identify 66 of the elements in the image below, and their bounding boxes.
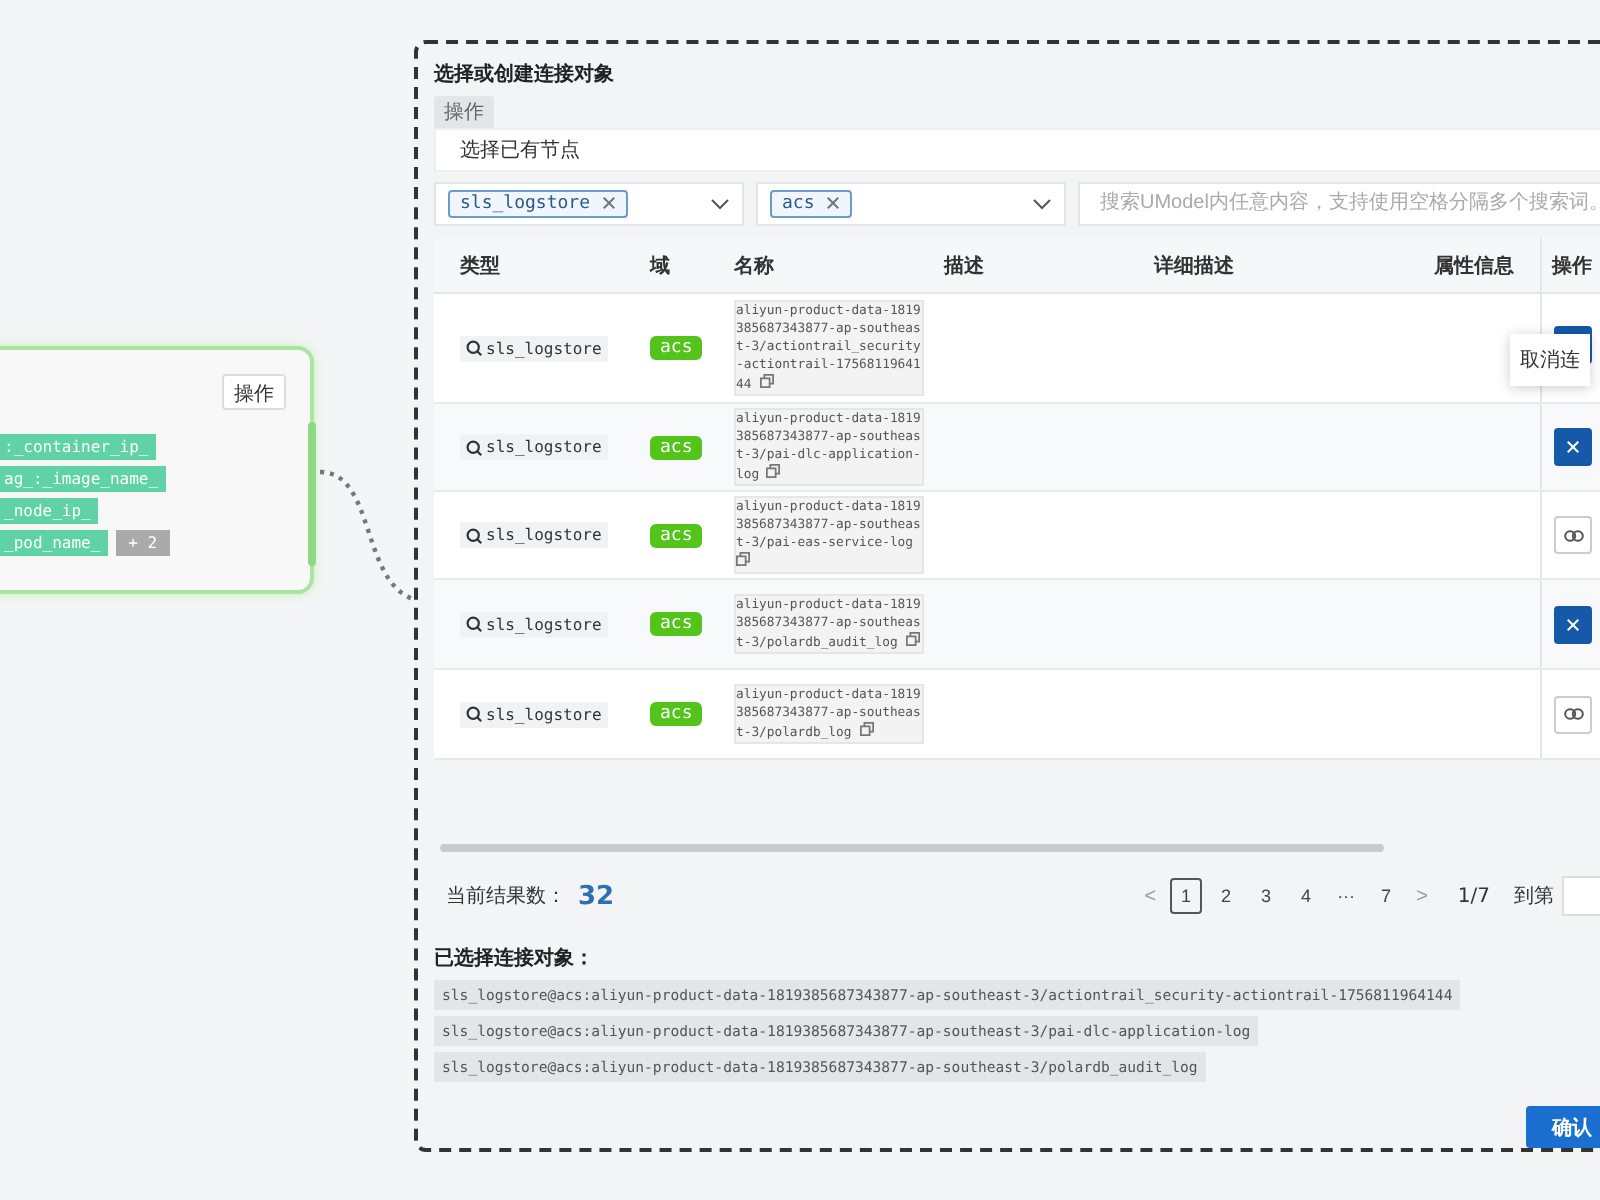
operation-tab[interactable]: 操作 (434, 96, 494, 128)
column-header: 类型 (458, 253, 502, 282)
label-tag: _pod_name_ (0, 530, 109, 556)
copy-icon[interactable] (905, 632, 920, 647)
page-button[interactable]: 2 (1210, 878, 1243, 915)
copy-icon[interactable] (736, 552, 750, 567)
page-button[interactable]: 7 (1370, 878, 1403, 915)
domain-badge: acs (650, 702, 703, 727)
result-label: 当前结果数： (446, 883, 566, 911)
chevron-down-icon (1032, 197, 1052, 210)
column-header: 名称 (732, 253, 776, 282)
search-icon (466, 439, 482, 456)
label-tag: ag_:_image_name_ (0, 466, 167, 492)
chevron-down-icon (710, 197, 730, 210)
type-chip: sls_logstore (460, 522, 608, 549)
column-header: 描述 (941, 253, 986, 282)
scrollbar[interactable] (440, 843, 1384, 853)
filter-select[interactable]: sls_logstore (434, 181, 744, 227)
page-button[interactable]: ··· (1330, 878, 1363, 915)
type-chip: sls_logstore (460, 434, 608, 461)
connect-button[interactable] (1554, 516, 1592, 555)
page-summary: 1/7 (1457, 885, 1490, 908)
label-tag: :_container_ip_ (0, 434, 157, 460)
column-header: 域 (647, 253, 672, 282)
confirm-button[interactable]: 确认 (1526, 1106, 1600, 1148)
mode-option[interactable]: 选择已有节点 (434, 128, 1600, 172)
type-chip: sls_logstore (460, 611, 608, 638)
page-button[interactable]: 1 (1170, 878, 1203, 915)
selected-label: 已选择连接对象： (434, 945, 596, 973)
copy-icon[interactable] (759, 374, 774, 389)
filter-chip: sls_logstore (448, 189, 629, 218)
tooltip: 取消连 (1510, 334, 1590, 387)
search-icon (466, 340, 482, 357)
page-button[interactable]: 3 (1250, 878, 1283, 915)
column-header: 详细描述 (1151, 252, 1236, 282)
connect-button[interactable] (1554, 695, 1592, 734)
search-field[interactable]: 搜索UModel内任意内容，支持使用空格分隔多个搜索词。 (1078, 181, 1600, 227)
panel-title: 选择或创建连接对象 (434, 61, 616, 88)
connection-handle[interactable] (308, 422, 316, 566)
label-tag: _node_ip_ (0, 498, 99, 524)
domain-badge: acs (650, 523, 703, 548)
goto-label: 到第 (1514, 884, 1554, 911)
close-icon[interactable] (602, 196, 617, 211)
search-icon (466, 616, 482, 633)
filter-select[interactable]: acs (756, 181, 1066, 227)
disconnect-button[interactable] (1554, 428, 1592, 467)
page-button[interactable]: 4 (1290, 878, 1323, 915)
type-chip: sls_logstore (460, 701, 608, 728)
copy-icon[interactable] (766, 464, 781, 479)
link-icon (1563, 708, 1583, 721)
type-chip: sls_logstore (460, 335, 608, 362)
result-count: 32 (578, 881, 615, 912)
domain-badge: acs (650, 435, 703, 460)
search-icon (466, 706, 482, 723)
domain-badge: acs (650, 336, 703, 361)
more-count: + 2 (116, 530, 170, 556)
link-icon (1563, 529, 1583, 542)
column-header: 操作 (1540, 238, 1600, 293)
action-button[interactable]: 操作 (222, 374, 286, 410)
close-icon[interactable] (826, 196, 841, 211)
copy-icon[interactable] (859, 722, 874, 737)
domain-badge: acs (650, 612, 703, 637)
disconnect-button[interactable] (1554, 605, 1592, 644)
filter-chip: acs (770, 189, 853, 218)
column-header: 属性信息 (1432, 253, 1516, 282)
search-icon (466, 527, 482, 544)
